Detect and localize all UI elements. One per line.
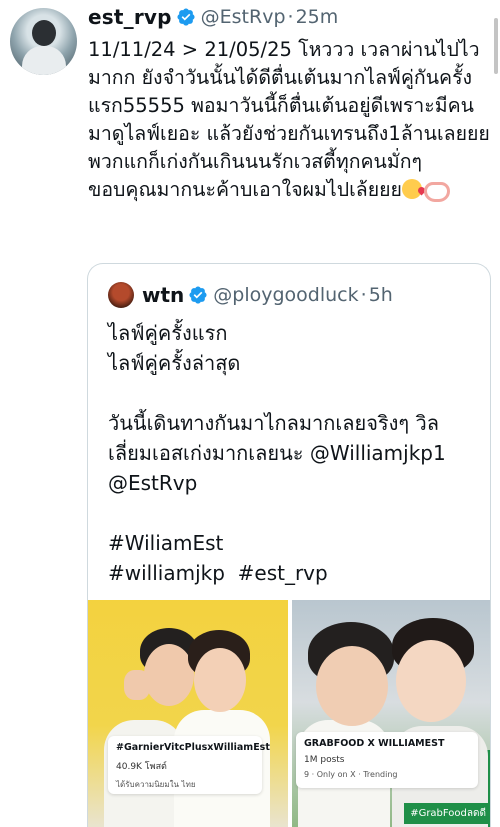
trend-title: GRABFOOD X WILLIAMEST (304, 738, 445, 749)
tweet-header: est_rvp @EstRvp · 25m (88, 4, 338, 30)
separator-dot: · (360, 284, 367, 306)
author-handle[interactable]: @EstRvp (201, 6, 286, 28)
trend-post-count: 1M posts (304, 755, 345, 765)
quoted-text-line (108, 498, 480, 528)
author-avatar[interactable] (10, 8, 77, 75)
quoted-author-display-name[interactable]: wtn (142, 283, 184, 307)
quoted-text-line (108, 378, 480, 408)
grabfood-hashtag-tag: #GrabFoodลดดี (404, 803, 490, 824)
separator-dot: · (287, 6, 294, 28)
scrollbar[interactable] (494, 18, 498, 74)
verified-badge-icon (189, 286, 207, 304)
quoted-tweet[interactable]: wtn @ploygoodluck · 5h ไลฟ์คู่ครั้งแรก ไ… (87, 263, 491, 827)
media-image-2[interactable]: GRABFOOD X WILLIAMEST 1M posts 9 · Only … (292, 600, 490, 827)
quoted-tweet-text: ไลฟ์คู่ครั้งแรก ไลฟ์คู่ครั้งล่าสุด วันนี… (108, 318, 480, 588)
media-image-1[interactable]: #GarnierVitcPlusxWilliamEst 40.9K โพสต์ … (88, 600, 288, 827)
trend-info: 9 · Only on X · Trending (304, 770, 398, 779)
quoted-text-line: ไลฟ์คู่ครั้งแรก (108, 321, 228, 345)
tweet-text: 11/11/24 > 21/05/25 โหววว เวลาผ่านไปไวมา… (88, 36, 492, 204)
quoted-author-avatar[interactable] (108, 282, 134, 308)
trend-caption-1: #GarnierVitcPlusxWilliamEst 40.9K โพสต์ … (108, 736, 270, 794)
quoted-media-grid: #GarnierVitcPlusxWilliamEst 40.9K โพสต์ … (88, 600, 490, 827)
quoted-text-line: ไลฟ์คู่ครั้งล่าสุด (108, 351, 241, 375)
tweet-time[interactable]: 25m (296, 6, 339, 28)
author-display-name[interactable]: est_rvp (88, 5, 172, 29)
quoted-text-line-hashtags[interactable]: #williamjkp #est_rvp (108, 558, 480, 588)
verified-badge-icon (177, 8, 195, 26)
quoted-text-line-mentions[interactable]: เลี่ยมเอสเก่งมากเลยนะ @Williamjkp1 (108, 438, 480, 468)
quoted-text-line-hashtag[interactable]: #WiliamEst (108, 528, 480, 558)
quoted-author-handle[interactable]: @ploygoodluck (213, 284, 358, 306)
heart-hands-emoji (422, 179, 450, 202)
quoted-tweet-header: wtn @ploygoodluck · 5h (108, 282, 393, 308)
trend-location: ได้รับความนิยมใน ไทย (116, 780, 196, 789)
trend-post-count: 40.9K โพสต์ (116, 762, 167, 772)
quoted-tweet-time[interactable]: 5h (369, 284, 393, 306)
quoted-text-line: วันนี้เดินทางกันมาไกลมากเลยจริงๆ วิล (108, 411, 440, 435)
quoted-text-line-mention[interactable]: @EstRvp (108, 468, 480, 498)
tweet-text-body: 11/11/24 > 21/05/25 โหววว เวลาผ่านไปไวมา… (88, 38, 490, 201)
trend-caption-2: GRABFOOD X WILLIAMEST 1M posts 9 · Only … (296, 732, 478, 788)
kissing-face-emoji (401, 179, 422, 199)
trend-hashtag: #GarnierVitcPlusxWilliamEst (116, 742, 270, 753)
